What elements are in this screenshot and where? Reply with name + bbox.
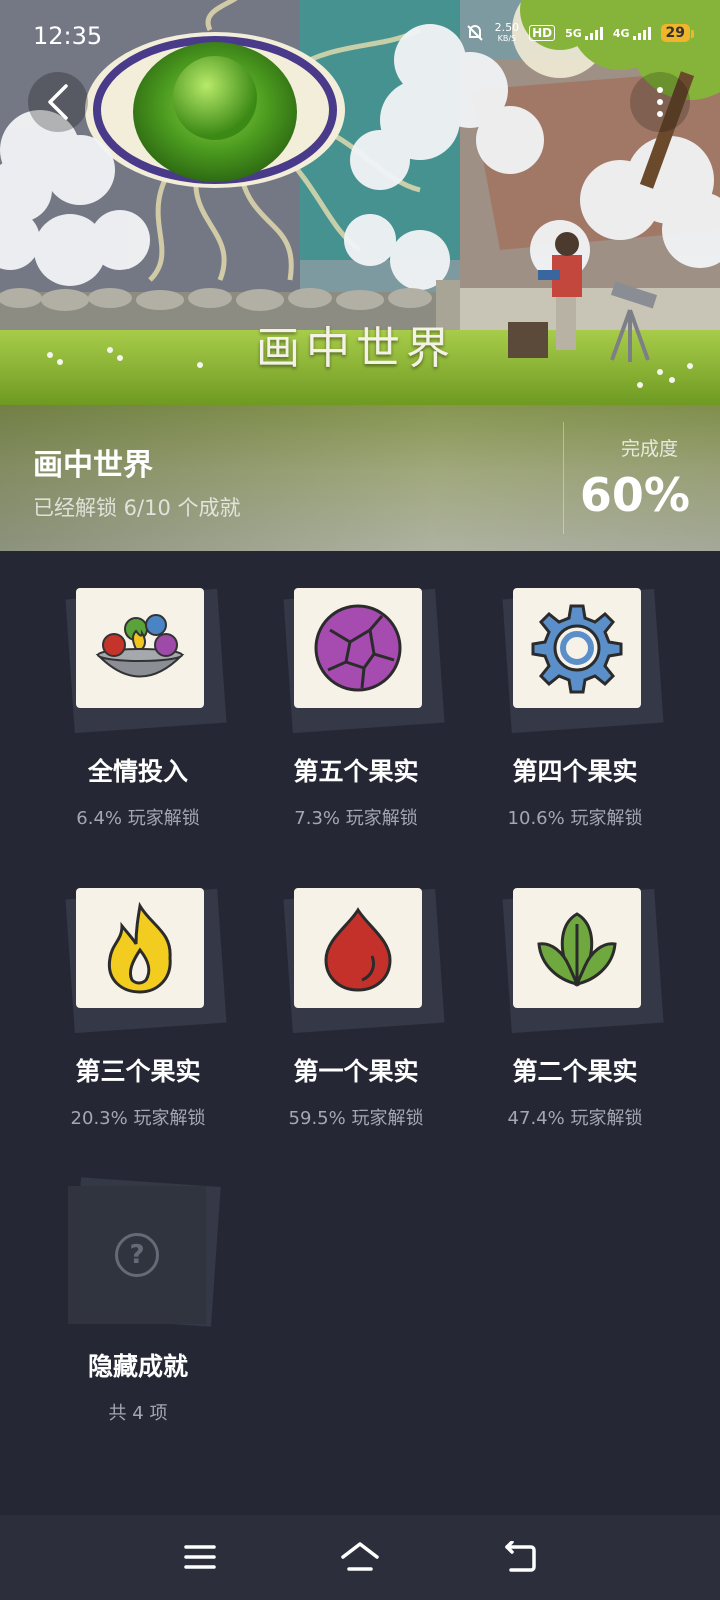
signal-4g-label: 4G — [612, 27, 630, 40]
mute-icon — [466, 25, 483, 41]
hidden-card-face: ? — [68, 1186, 206, 1324]
hidden-achievement-badge: ? — [28, 1177, 248, 1333]
achievement-name: 全情投入 — [87, 757, 188, 786]
achievement-badge — [465, 588, 685, 738]
net-speed: 2.50 KB/S — [495, 22, 520, 44]
summary-divider — [563, 422, 564, 534]
blue-gear-icon — [531, 604, 623, 694]
green-leaf-icon — [537, 912, 617, 988]
achievement-card[interactable]: 第三个果实 20.3% 玩家解锁 — [28, 888, 248, 1130]
status-time: 12:35 — [33, 22, 103, 50]
return-icon — [505, 1541, 536, 1572]
more-dot-icon — [657, 99, 663, 105]
hidden-achievements-card[interactable]: ? 隐藏成就 共 4 项 — [28, 1177, 248, 1425]
hidden-achievements-title: 隐藏成就 — [87, 1352, 188, 1381]
question-mark-icon: ? — [115, 1233, 159, 1277]
completion-value: 60% — [579, 468, 690, 522]
home-icon — [341, 1542, 379, 1571]
achievement-card-face — [513, 588, 641, 708]
red-drop-icon — [324, 907, 392, 992]
hidden-achievements-count: 共 4 项 — [108, 1403, 168, 1424]
achievement-card-face — [513, 888, 641, 1008]
achievement-badge — [246, 888, 466, 1038]
achievement-card[interactable]: 全情投入 6.4% 玩家解锁 — [28, 588, 248, 830]
purple-fruit-icon — [314, 604, 402, 692]
achievement-badge — [28, 888, 248, 1038]
status-indicators: 2.50 KB/S HD 5G 4G 29 — [465, 22, 695, 44]
achievement-unlock-rate: 20.3% 玩家解锁 — [70, 1108, 206, 1129]
back-nav-button[interactable] — [496, 1535, 544, 1579]
achievement-unlock-rate: 7.3% 玩家解锁 — [294, 808, 418, 829]
recent-apps-button[interactable] — [176, 1535, 224, 1579]
achievement-card-face — [294, 588, 422, 708]
achievement-unlock-rate: 47.4% 玩家解锁 — [507, 1108, 643, 1129]
achievement-name: 第二个果实 — [512, 1057, 638, 1086]
status-bar: 12:35 2.50 KB/S HD 5G 4G 29 — [0, 0, 720, 72]
more-dot-icon — [657, 87, 663, 93]
back-button[interactable] — [28, 72, 88, 132]
menu-icon — [184, 1545, 216, 1569]
achievement-unlock-rate: 10.6% 玩家解锁 — [507, 808, 643, 829]
battery-indicator: 29 — [660, 24, 695, 42]
achievement-badge — [465, 888, 685, 1038]
achievement-card-face — [76, 888, 204, 1008]
achievement-card[interactable]: 第二个果实 47.4% 玩家解锁 — [465, 888, 685, 1130]
achievement-unlock-rate: 59.5% 玩家解锁 — [288, 1108, 424, 1129]
signal-4g: 4G — [613, 26, 651, 40]
signal-bars-icon — [584, 26, 603, 40]
achievement-card[interactable]: 第一个果实 59.5% 玩家解锁 — [246, 888, 466, 1130]
achievement-unlock-rate: 6.4% 玩家解锁 — [76, 808, 200, 829]
achievement-card[interactable]: 第四个果实 10.6% 玩家解锁 — [465, 588, 685, 830]
achievement-name: 第五个果实 — [293, 757, 419, 786]
achievement-name: 第四个果实 — [512, 757, 638, 786]
more-options-button[interactable] — [630, 72, 690, 132]
system-navigation-bar — [0, 1515, 720, 1600]
game-name: 画中世界 — [33, 448, 153, 483]
hd-badge: HD — [529, 25, 556, 41]
achievement-card-face — [76, 588, 204, 708]
yellow-flame-icon — [107, 901, 172, 994]
home-button[interactable] — [336, 1535, 384, 1579]
banner-title: 画中世界 — [256, 323, 456, 374]
achievement-badge — [28, 588, 248, 738]
completion-label: 完成度 — [620, 438, 678, 460]
signal-5g-label: 5G — [565, 27, 582, 40]
unlock-progress-text: 已经解锁 6/10 个成就 — [33, 496, 241, 520]
net-speed-unit: KB/S — [497, 34, 517, 43]
more-dot-icon — [657, 111, 663, 117]
fruit-bowl-icon — [95, 614, 185, 678]
achievement-card[interactable]: 第五个果实 7.3% 玩家解锁 — [246, 588, 466, 830]
signal-bars-icon — [632, 26, 651, 40]
signal-5g: 5G — [565, 26, 603, 40]
achievement-card-face — [294, 888, 422, 1008]
net-speed-value: 2.50 — [494, 21, 520, 34]
achievement-name: 第一个果实 — [293, 1057, 419, 1086]
achievement-name: 第三个果实 — [75, 1057, 201, 1086]
achievement-badge — [246, 588, 466, 738]
chevron-left-icon — [48, 84, 68, 120]
